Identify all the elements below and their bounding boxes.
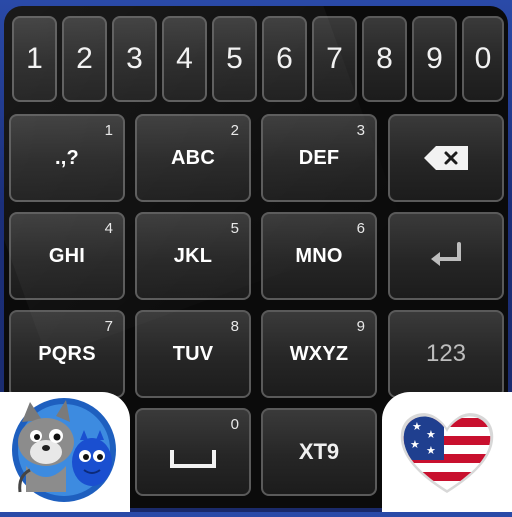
enter-icon (431, 242, 461, 266)
flag-badge: ★ ★ ★ ★ (382, 392, 512, 512)
key-number: 2 (230, 122, 239, 139)
space-key[interactable]: 0 (135, 408, 251, 496)
key-number: 4 (104, 220, 113, 237)
key-label: 1 (26, 42, 43, 75)
key-label: ABC (171, 146, 215, 169)
key-def[interactable]: 3 DEF (261, 114, 377, 202)
key-number: 5 (230, 220, 239, 237)
key-pqrs[interactable]: 7 PQRS (9, 310, 125, 398)
svg-text:★: ★ (426, 428, 436, 441)
key-3[interactable]: 3 (112, 16, 157, 102)
key-label: GHI (48, 244, 86, 267)
key-jkl[interactable]: 5 JKL (135, 212, 251, 300)
key-tuv[interactable]: 8 TUV (135, 310, 251, 398)
key-6[interactable]: 6 (262, 16, 307, 102)
key-0[interactable]: 0 (462, 16, 504, 102)
key-label: MNO (295, 244, 343, 267)
key-7[interactable]: 7 (312, 16, 357, 102)
key-label: 9 (426, 42, 443, 75)
key-label: 3 (126, 42, 143, 75)
svg-text:★: ★ (426, 444, 436, 457)
key-label: 8 (376, 42, 393, 75)
key-8[interactable]: 8 (362, 16, 407, 102)
key-label: 0 (474, 42, 492, 75)
svg-text:★: ★ (410, 438, 420, 451)
enter-key[interactable] (388, 212, 504, 300)
key-label: JKL (173, 244, 213, 267)
key-1[interactable]: 1 (12, 16, 57, 102)
cat-mascot-logo (12, 398, 116, 502)
key-label: TUV (172, 342, 214, 365)
key-wxyz[interactable]: 9 WXYZ (261, 310, 377, 398)
svg-text:★: ★ (412, 420, 422, 433)
key-number: 7 (104, 318, 113, 335)
space-icon (170, 450, 216, 468)
key-number: 6 (356, 220, 365, 237)
key-number: 1 (104, 122, 113, 139)
key-number: 3 (356, 122, 365, 139)
key-label: 6 (276, 42, 293, 75)
key-label: 7 (326, 42, 343, 75)
key-9[interactable]: 9 (412, 16, 457, 102)
key-label: 123 (425, 340, 467, 367)
key-4[interactable]: 4 (162, 16, 207, 102)
key-2[interactable]: 2 (62, 16, 107, 102)
mode-123-key[interactable]: 123 (388, 310, 504, 398)
xt9-key[interactable]: XT9 (261, 408, 377, 496)
key-label: PQRS (38, 342, 96, 365)
key-label: 4 (176, 42, 193, 75)
backspace-key[interactable] (388, 114, 504, 202)
key-label: .,? (55, 146, 79, 169)
key-number: 8 (230, 318, 239, 335)
key-number: 9 (356, 318, 365, 335)
key-label: WXYZ (289, 342, 349, 365)
key-label: XT9 (298, 439, 340, 464)
us-flag-heart-icon: ★ ★ ★ ★ (400, 413, 494, 493)
key-label: DEF (298, 146, 340, 169)
key-label: 5 (226, 42, 243, 75)
key-5[interactable]: 5 (212, 16, 257, 102)
key-abc[interactable]: 2 ABC (135, 114, 251, 202)
key-punctuation[interactable]: 1 .,? (9, 114, 125, 202)
key-number: 0 (230, 416, 239, 433)
key-mno[interactable]: 6 MNO (261, 212, 377, 300)
key-ghi[interactable]: 4 GHI (9, 212, 125, 300)
key-label: 2 (76, 42, 93, 75)
backspace-icon (424, 146, 468, 170)
cat-logo-badge (0, 392, 130, 512)
